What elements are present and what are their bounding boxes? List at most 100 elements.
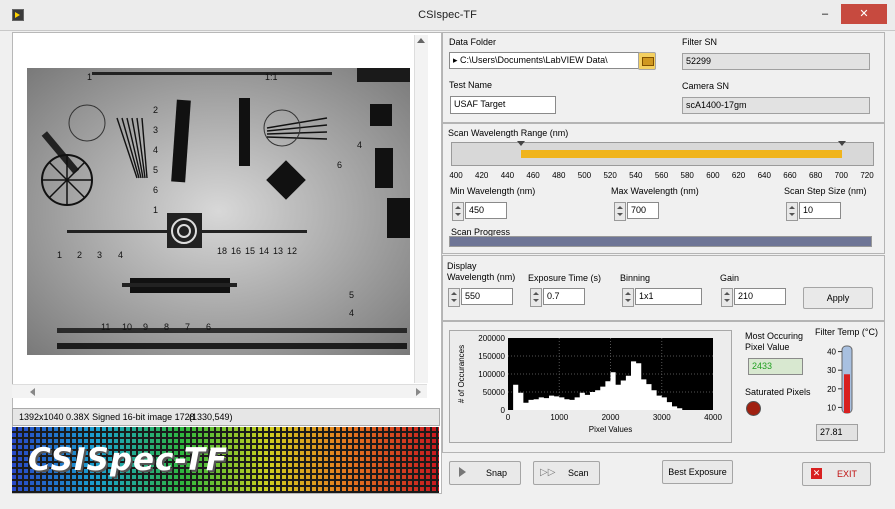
scan-label: Scan bbox=[568, 468, 589, 478]
title-bar: CSIspec-TF – ☐ ✕ bbox=[0, 0, 895, 31]
slider-tick-label: 720 bbox=[860, 171, 874, 180]
folder-icon bbox=[642, 57, 654, 66]
exit-icon: ✕ bbox=[811, 468, 822, 479]
target-label: 1:1 bbox=[265, 72, 278, 82]
target-label: 16 bbox=[231, 246, 241, 256]
y-tick-label: 200000 bbox=[478, 334, 505, 343]
target-label: 2 bbox=[153, 105, 158, 115]
scan-button[interactable]: ▷▷ Scan bbox=[533, 461, 600, 485]
slider-tick-label: 560 bbox=[654, 171, 669, 180]
target-label: 14 bbox=[259, 246, 269, 256]
x-tick-label: 3000 bbox=[653, 413, 671, 422]
scan-progress-bar bbox=[449, 236, 872, 247]
target-label: 4 bbox=[118, 250, 123, 260]
apply-button[interactable]: Apply bbox=[803, 287, 873, 309]
fast-forward-icon: ▷▷ bbox=[540, 467, 556, 478]
test-name-input[interactable]: USAF Target bbox=[450, 96, 556, 114]
exit-label: EXIT bbox=[837, 469, 858, 479]
image-horizontal-scrollbar[interactable] bbox=[12, 384, 427, 398]
min-thumb[interactable] bbox=[517, 141, 526, 146]
window-title: CSIspec-TF bbox=[418, 9, 477, 21]
exposure-stepper[interactable] bbox=[530, 288, 542, 307]
gain-stepper[interactable] bbox=[721, 288, 733, 307]
max-thumb[interactable] bbox=[838, 141, 847, 146]
scroll-left-icon[interactable] bbox=[30, 388, 35, 396]
image-info: 1392x1040 0.38X Signed 16-bit image 1728 bbox=[19, 412, 195, 422]
filter-sn-field: 52299 bbox=[682, 53, 870, 70]
target-label: 1 bbox=[57, 250, 62, 260]
slider-range-fill bbox=[521, 150, 843, 158]
slider-tick-label: 580 bbox=[680, 171, 694, 180]
most-occuring-label-2: Pixel Value bbox=[745, 342, 790, 352]
close-window-button[interactable]: ✕ bbox=[841, 4, 887, 24]
max-wavelength-value[interactable]: 700 bbox=[627, 202, 659, 219]
test-name-label: Test Name bbox=[449, 80, 493, 90]
target-label: 3 bbox=[97, 250, 102, 260]
target-label: 6 bbox=[153, 185, 158, 195]
exposure-value[interactable]: 0.7 bbox=[543, 288, 585, 305]
y-axis-label: # of Occurances bbox=[457, 345, 466, 403]
thermo-tick-label: 20 bbox=[827, 385, 836, 394]
display-wavelength-label-2: Wavelength (nm) bbox=[447, 272, 516, 282]
camera-sn-field: scA1400-17gm bbox=[682, 97, 870, 114]
exit-button[interactable]: ✕ EXIT bbox=[802, 462, 871, 486]
image-status-bar: 1392x1040 0.38X Signed 16-bit image 1728… bbox=[12, 408, 440, 426]
target-label: 18 bbox=[217, 246, 227, 256]
scroll-right-icon[interactable] bbox=[416, 388, 421, 396]
filter-temp-thermometer: 40 30 20 10 bbox=[816, 343, 861, 418]
min-wavelength-value[interactable]: 450 bbox=[465, 202, 507, 219]
max-wavelength-stepper[interactable] bbox=[614, 202, 626, 221]
x-tick-label: 0 bbox=[506, 413, 511, 422]
target-label: 15 bbox=[245, 246, 255, 256]
scan-step-stepper[interactable] bbox=[786, 202, 798, 221]
x-tick-label: 1000 bbox=[550, 413, 568, 422]
data-folder-field[interactable]: ▸ C:\Users\Documents\LabVIEW Data\ bbox=[449, 52, 639, 69]
image-vertical-scrollbar[interactable] bbox=[414, 35, 428, 383]
x-tick-label: 2000 bbox=[602, 413, 620, 422]
display-wavelength-value[interactable]: 550 bbox=[461, 288, 513, 305]
saturated-led-icon bbox=[746, 401, 761, 416]
target-label: 5 bbox=[349, 290, 354, 300]
scan-step-value[interactable]: 10 bbox=[799, 202, 841, 219]
scroll-up-icon[interactable] bbox=[417, 38, 425, 43]
browse-folder-button[interactable] bbox=[638, 52, 656, 70]
y-tick-label: 100000 bbox=[478, 370, 505, 379]
saturated-pixels-label: Saturated Pixels bbox=[745, 387, 811, 397]
histogram-svg: 2000001500001000005000000 1000 2000 3000 400… bbox=[457, 334, 722, 434]
slider-tick-label: 460 bbox=[526, 171, 540, 180]
most-occuring-label-1: Most Occuring bbox=[745, 331, 804, 341]
min-wavelength-stepper[interactable] bbox=[452, 202, 464, 221]
display-wavelength-stepper[interactable] bbox=[448, 288, 460, 307]
wavelength-range-slider[interactable] bbox=[451, 141, 874, 166]
target-label: 6 bbox=[337, 160, 342, 170]
logo-text: CSISpec-TF bbox=[28, 442, 229, 478]
thermo-tick-label: 40 bbox=[827, 348, 836, 357]
histogram-chart: 200000 150000 100000 50000 0 0 1000 2000 3000 400… bbox=[449, 330, 732, 443]
folder-indicator-icon: ▸ bbox=[453, 55, 461, 65]
binning-stepper[interactable] bbox=[622, 288, 634, 307]
exposure-label: Exposure Time (s) bbox=[528, 273, 602, 283]
target-label: 4 bbox=[357, 140, 362, 150]
thermo-tick-label: 30 bbox=[827, 366, 836, 375]
gain-value[interactable]: 210 bbox=[734, 288, 786, 305]
target-label: 4 bbox=[349, 308, 354, 318]
min-wavelength-label: Min Wavelength (nm) bbox=[450, 186, 536, 196]
binning-value[interactable]: 1x1 bbox=[635, 288, 702, 305]
x-tick-label: 4000 bbox=[704, 413, 722, 422]
gain-label: Gain bbox=[720, 273, 740, 283]
slider-tick-label: 520 bbox=[603, 171, 617, 180]
best-exposure-button[interactable]: Best Exposure bbox=[662, 460, 733, 484]
binning-label: Binning bbox=[620, 273, 651, 283]
target-image[interactable]: 1 1:1 2 3 4 5 6 1 18 16 15 14 13 12 11 1… bbox=[27, 68, 410, 355]
thermo-level bbox=[844, 374, 850, 413]
slider-tick-label: 480 bbox=[552, 171, 566, 180]
slider-tick-label: 540 bbox=[629, 171, 643, 180]
scan-range-label: Scan Wavelength Range (nm) bbox=[448, 128, 569, 138]
max-wavelength-label: Max Wavelength (nm) bbox=[611, 186, 699, 196]
minimize-button[interactable]: – bbox=[815, 6, 835, 22]
slider-tick-label: 440 bbox=[500, 171, 515, 180]
slider-tick-label: 500 bbox=[577, 171, 592, 180]
snap-button[interactable]: Snap bbox=[449, 461, 521, 485]
thermometer-svg: 40 30 20 10 bbox=[827, 345, 853, 414]
slider-tick-label: 420 bbox=[475, 171, 489, 180]
